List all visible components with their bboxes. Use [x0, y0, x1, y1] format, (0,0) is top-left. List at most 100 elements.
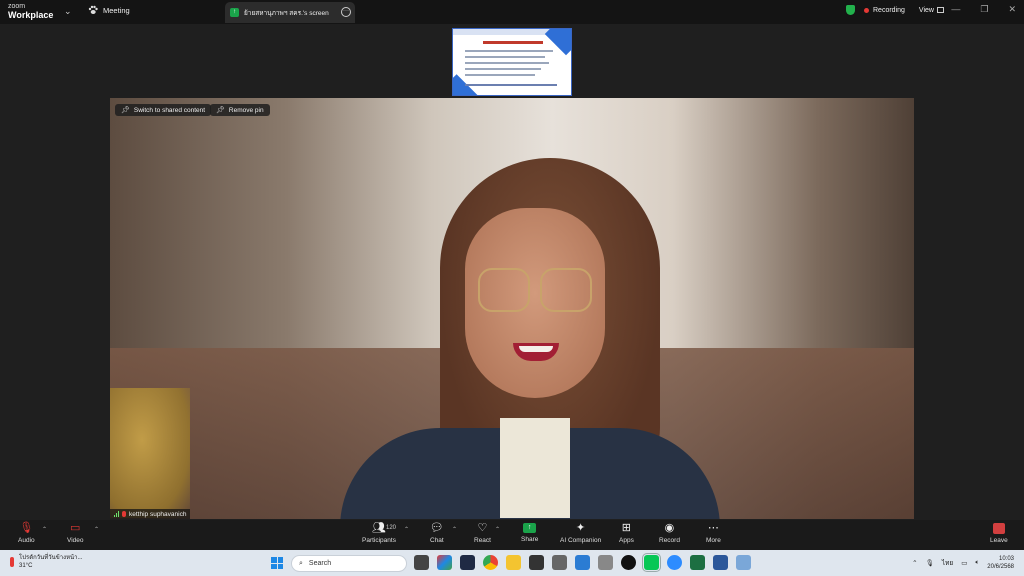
chat-icon: 💬︎	[429, 522, 444, 534]
language-indicator[interactable]: ไทย	[942, 558, 953, 568]
file-explorer-icon[interactable]	[506, 555, 521, 570]
glasses-left	[478, 268, 530, 312]
windows-taskbar: โปรดักวันที่วันข้างหน้า... 31°C ⌕ Search…	[0, 550, 1024, 576]
app-icon[interactable]	[736, 555, 751, 570]
participant-name: ketthip suphavanich	[129, 510, 187, 518]
shared-screen-tab[interactable]: ↑ ย้ายสหานุภาพฯ สคร.'s screen ···	[225, 2, 355, 23]
weather-widget[interactable]: โปรดักวันที่วันข้างหน้า... 31°C	[10, 555, 83, 571]
video-label: Video	[67, 537, 84, 544]
share-button[interactable]: ↑ Share	[521, 523, 538, 543]
ai-companion-button[interactable]: ✦ AI Companion	[560, 522, 602, 545]
chrome-icon[interactable]	[483, 555, 498, 570]
participant-blouse	[500, 418, 570, 518]
task-view-icon[interactable]	[414, 555, 429, 570]
audio-label: Audio	[18, 537, 35, 544]
chat-button[interactable]: 💬︎ Chat	[429, 522, 444, 545]
switch-label: Switch to shared content	[133, 106, 206, 114]
participant-video[interactable]	[110, 98, 914, 519]
app-icon[interactable]	[552, 555, 567, 570]
notes-app-icon[interactable]	[529, 555, 544, 570]
tiktok-icon[interactable]	[621, 555, 636, 570]
remove-pin-button[interactable]: 📌︎ Remove pin	[210, 104, 270, 116]
app-icon[interactable]	[598, 555, 613, 570]
video-options-chevron-icon[interactable]: ⌃	[94, 526, 99, 533]
chevron-up-icon[interactable]: ⌃	[912, 559, 917, 567]
more-label: More	[706, 537, 721, 544]
ai-companion-label: AI Companion	[560, 537, 602, 544]
thermometer-icon	[10, 557, 14, 567]
restore-icon[interactable]: ❐	[980, 4, 988, 15]
microphone-icon[interactable]: 🎙︎	[926, 559, 934, 567]
leave-label: Leave	[990, 537, 1008, 544]
audio-button[interactable]: 🎙︎ Audio	[18, 523, 35, 545]
react-button[interactable]: ♡ React	[474, 523, 491, 545]
slide-text-line	[465, 62, 549, 64]
taskbar-clock[interactable]: 10:03 20/6/2568	[987, 555, 1014, 571]
recording-dot-icon	[864, 7, 869, 13]
video-background-lamp	[110, 388, 190, 518]
glasses-right	[540, 268, 592, 312]
participant-teeth	[519, 346, 553, 352]
chevron-down-icon[interactable]: ⌄	[64, 6, 72, 17]
network-icon[interactable]: ▭	[961, 559, 967, 567]
sparkle-icon: ✦	[575, 522, 586, 534]
paw-icon	[88, 5, 98, 14]
muted-mic-icon	[122, 511, 126, 517]
shared-content-thumbnail[interactable]	[452, 28, 572, 96]
logo-zoom-text: zoom	[8, 3, 26, 10]
share-label: Share	[521, 536, 539, 543]
react-label: React	[474, 537, 491, 544]
shield-icon[interactable]	[846, 5, 855, 15]
clock-time: 10:03	[998, 556, 1014, 562]
shared-screen-tab-label: ย้ายสหานุภาพฯ สคร.'s screen	[244, 9, 329, 17]
apps-button[interactable]: ⊞ Apps	[619, 522, 634, 545]
slide-text-line	[465, 50, 553, 52]
weather-temperature: 31°C	[19, 562, 33, 569]
zoom-workplace-logo[interactable]: zoom Workplace	[8, 3, 53, 20]
recording-label[interactable]: Recording	[873, 7, 905, 14]
slide-text-line	[465, 74, 535, 76]
system-tray: ⌃ 🎙︎ ไทย ▭ 🔈︎ 10:03 20/6/2568	[912, 555, 1014, 571]
windows-start-icon[interactable]	[271, 557, 283, 569]
view-button[interactable]: View	[919, 7, 944, 14]
close-icon[interactable]: ✕	[1008, 4, 1016, 15]
calculator-icon[interactable]	[575, 555, 590, 570]
word-icon[interactable]	[713, 555, 728, 570]
view-label: View	[918, 6, 934, 14]
react-options-chevron-icon[interactable]: ⌃	[495, 526, 500, 533]
participants-label: Participants	[362, 537, 396, 544]
video-button[interactable]: ▭ Video	[67, 522, 84, 545]
more-button[interactable]: ⋯ More	[706, 523, 721, 545]
meeting-toolbar: 🎙︎ Audio ⌃ ▭ Video ⌃ 👥︎ Participants 120…	[0, 520, 1024, 550]
audio-options-chevron-icon[interactable]: ⌃	[42, 526, 47, 533]
meet-app-icon[interactable]	[460, 555, 475, 570]
camera-off-icon: ▭	[70, 522, 81, 534]
zoom-icon[interactable]	[667, 555, 682, 570]
excel-icon[interactable]	[690, 555, 705, 570]
volume-icon[interactable]: 🔈︎	[975, 559, 979, 567]
apps-icon: ⊞	[621, 522, 632, 534]
title-bar: zoom Workplace ⌄ Meeting ↑ ย้ายสหานุภาพฯ…	[0, 0, 1024, 24]
line-icon[interactable]	[642, 553, 661, 572]
minimize-icon[interactable]: —	[951, 4, 960, 15]
leave-button[interactable]: Leave	[990, 523, 1008, 544]
participants-options-chevron-icon[interactable]: ⌃	[404, 526, 409, 533]
participants-count: 120	[386, 525, 397, 531]
chat-label: Chat	[430, 537, 444, 544]
logo-workplace-text: Workplace	[8, 10, 54, 20]
apps-label: Apps	[619, 537, 634, 544]
meeting-tab[interactable]: Meeting	[88, 5, 130, 15]
record-label: Record	[659, 537, 680, 544]
chat-options-chevron-icon[interactable]: ⌃	[452, 526, 457, 533]
pin-icon: 📌︎	[216, 107, 225, 114]
switch-to-shared-content-button[interactable]: 📌︎ Switch to shared content	[115, 104, 212, 116]
leave-icon	[992, 523, 1005, 534]
participant-name-tag: ketthip suphavanich	[110, 509, 191, 519]
more-options-icon[interactable]: ···	[341, 7, 351, 17]
taskbar-search-box[interactable]: ⌕ Search	[291, 555, 407, 572]
meeting-tab-label: Meeting	[103, 5, 130, 15]
copilot-icon[interactable]	[437, 555, 452, 570]
signal-bars-icon	[114, 511, 119, 517]
record-button[interactable]: ◉ Record	[659, 523, 680, 545]
slide-text-line	[465, 68, 541, 70]
